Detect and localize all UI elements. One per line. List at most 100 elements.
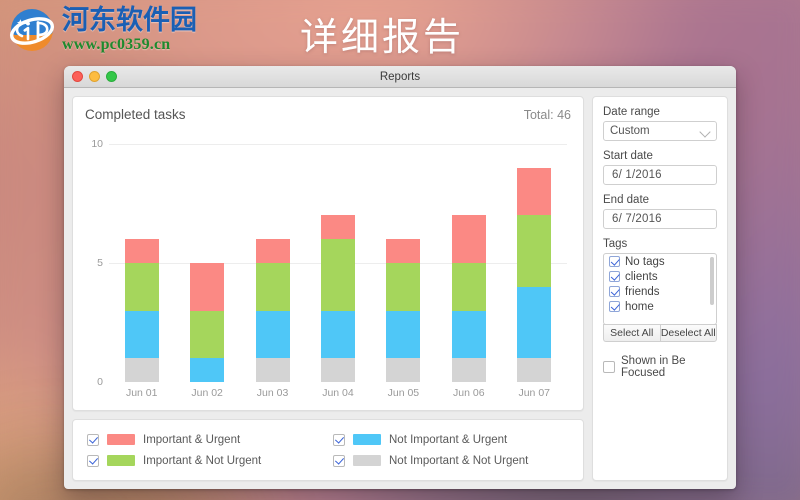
bar-segment — [386, 263, 421, 311]
chevron-down-icon — [701, 127, 710, 136]
x-tick-label: Jun 07 — [518, 387, 550, 399]
x-tick-label: Jun 05 — [387, 387, 420, 399]
select-all-button[interactable]: Select All — [603, 324, 660, 342]
hedong-circle-logo-icon — [8, 6, 56, 54]
x-tick-label: Jun 01 — [125, 387, 158, 399]
date-range-value: Custom — [610, 125, 650, 137]
legend-checkbox[interactable] — [333, 433, 345, 446]
bar-column[interactable] — [451, 144, 486, 382]
legend-checkbox[interactable] — [333, 454, 345, 467]
site-logo: 河东软件园 www.pc0359.cn — [8, 6, 197, 54]
start-date-label: Start date — [603, 150, 653, 162]
shown-in-be-focused-row[interactable]: Shown in Be Focused — [603, 355, 717, 379]
bar-column[interactable] — [255, 144, 290, 382]
x-tick-label: Jun 03 — [256, 387, 289, 399]
tag-list-item[interactable]: clients — [604, 269, 716, 284]
window-title: Reports — [379, 70, 421, 83]
chart-header: Completed tasks Total: 46 — [85, 107, 571, 122]
tag-label: friends — [625, 285, 660, 298]
filters-sidebar: Date range Custom Start date 6/ 1/2016 E… — [592, 96, 728, 481]
legend-item[interactable]: Important & Not Urgent — [87, 450, 323, 471]
shown-in-be-focused-checkbox[interactable] — [603, 361, 615, 373]
date-range-select[interactable]: Custom — [603, 121, 717, 141]
plot-area — [109, 144, 567, 382]
tag-label: clients — [625, 270, 658, 283]
bar-column[interactable] — [320, 144, 355, 382]
page-title: 详细报告 — [300, 15, 465, 59]
deselect-all-button[interactable]: Deselect All — [659, 324, 717, 342]
legend-label: Not Important & Not Urgent — [389, 454, 529, 467]
bar-column[interactable] — [386, 144, 421, 382]
end-date-input[interactable]: 6/ 7/2016 — [603, 209, 717, 229]
legend-item[interactable]: Not Important & Not Urgent — [333, 450, 569, 471]
x-tick-label: Jun 06 — [453, 387, 485, 399]
bar-segment — [451, 263, 486, 311]
tag-checkbox[interactable] — [609, 271, 620, 282]
y-axis: 0 5 10 — [85, 138, 107, 388]
legend-color-swatch — [353, 455, 381, 466]
tag-checkbox[interactable] — [609, 286, 620, 297]
chart-plot: 0 5 10 Jun 01 Jun 02 Jun 03 Jun 04 Jun 05 Jun 0… — [85, 138, 571, 404]
legend-color-swatch — [107, 434, 135, 445]
brand-text: 河东软件园 www.pc0359.cn — [62, 7, 197, 53]
tags-list[interactable]: No tags clients friends home — [603, 253, 717, 325]
bar-column[interactable] — [190, 144, 225, 382]
x-tick-label: Jun 04 — [322, 387, 354, 399]
start-date-input[interactable]: 6/ 1/2016 — [603, 165, 717, 185]
tag-label: home — [625, 300, 654, 313]
bar-segment — [190, 263, 225, 311]
bar-segment — [320, 358, 355, 382]
legend-item[interactable]: Not Important & Urgent — [333, 429, 569, 450]
chart-total: Total: 46 — [523, 108, 571, 122]
chart-card: Completed tasks Total: 46 0 5 10 Jun 01 Jun… — [72, 96, 584, 411]
legend-label: Important & Not Urgent — [143, 454, 262, 467]
watermark-banner: 河东软件园 www.pc0359.cn 详细报告 — [0, 0, 800, 66]
bar-segment — [124, 310, 159, 359]
legend-label: Not Important & Urgent — [389, 433, 508, 446]
x-tick-label: Jun 02 — [191, 387, 223, 399]
reports-window: Reports Completed tasks Total: 46 0 5 10 J… — [64, 66, 736, 489]
bar-segment — [124, 358, 159, 382]
chart-column: Completed tasks Total: 46 0 5 10 Jun 01 Jun… — [72, 96, 584, 481]
bar-segment — [124, 263, 159, 311]
bar-segment — [451, 310, 486, 359]
tag-list-item[interactable]: friends — [604, 284, 716, 299]
bar-segment — [255, 263, 290, 311]
bar-group — [109, 144, 567, 382]
brand-name: 河东软件园 — [62, 5, 197, 36]
bar-segment — [124, 239, 159, 264]
bar-segment — [255, 239, 290, 264]
bar-segment — [190, 310, 225, 359]
y-tick-label: 5 — [97, 257, 103, 269]
legend-color-swatch — [107, 455, 135, 466]
shown-in-be-focused-label: Shown in Be Focused — [621, 355, 686, 379]
tags-label: Tags — [603, 238, 628, 250]
tags-scrollbar[interactable] — [710, 257, 714, 305]
bar-segment — [386, 310, 421, 359]
bar-segment — [386, 239, 421, 264]
x-axis-labels: Jun 01 Jun 02 Jun 03 Jun 04 Jun 05 Jun 06 Jun … — [109, 382, 567, 404]
bar-segment — [451, 215, 486, 264]
legend-checkbox[interactable] — [87, 454, 99, 467]
tag-list-item[interactable]: No tags — [604, 254, 716, 269]
bar-segment — [190, 358, 225, 382]
bar-segment — [255, 310, 290, 359]
tag-checkbox[interactable] — [609, 301, 620, 312]
legend-checkbox[interactable] — [87, 433, 99, 446]
bar-segment — [517, 167, 552, 216]
tag-checkbox[interactable] — [609, 256, 620, 267]
bar-segment — [517, 286, 552, 359]
date-range-label: Date range — [603, 106, 660, 118]
brand-url: www.pc0359.cn — [62, 36, 171, 53]
bar-column[interactable] — [517, 144, 552, 382]
tag-list-item[interactable]: home — [604, 299, 716, 314]
end-date-label: End date — [603, 194, 650, 206]
bar-segment — [386, 358, 421, 382]
bar-segment — [451, 358, 486, 382]
bar-segment — [320, 239, 355, 311]
bar-segment — [517, 215, 552, 287]
bar-column[interactable] — [124, 144, 159, 382]
legend-label: Important & Urgent — [143, 433, 241, 446]
chart-title: Completed tasks — [85, 107, 186, 122]
legend-item[interactable]: Important & Urgent — [87, 429, 323, 450]
